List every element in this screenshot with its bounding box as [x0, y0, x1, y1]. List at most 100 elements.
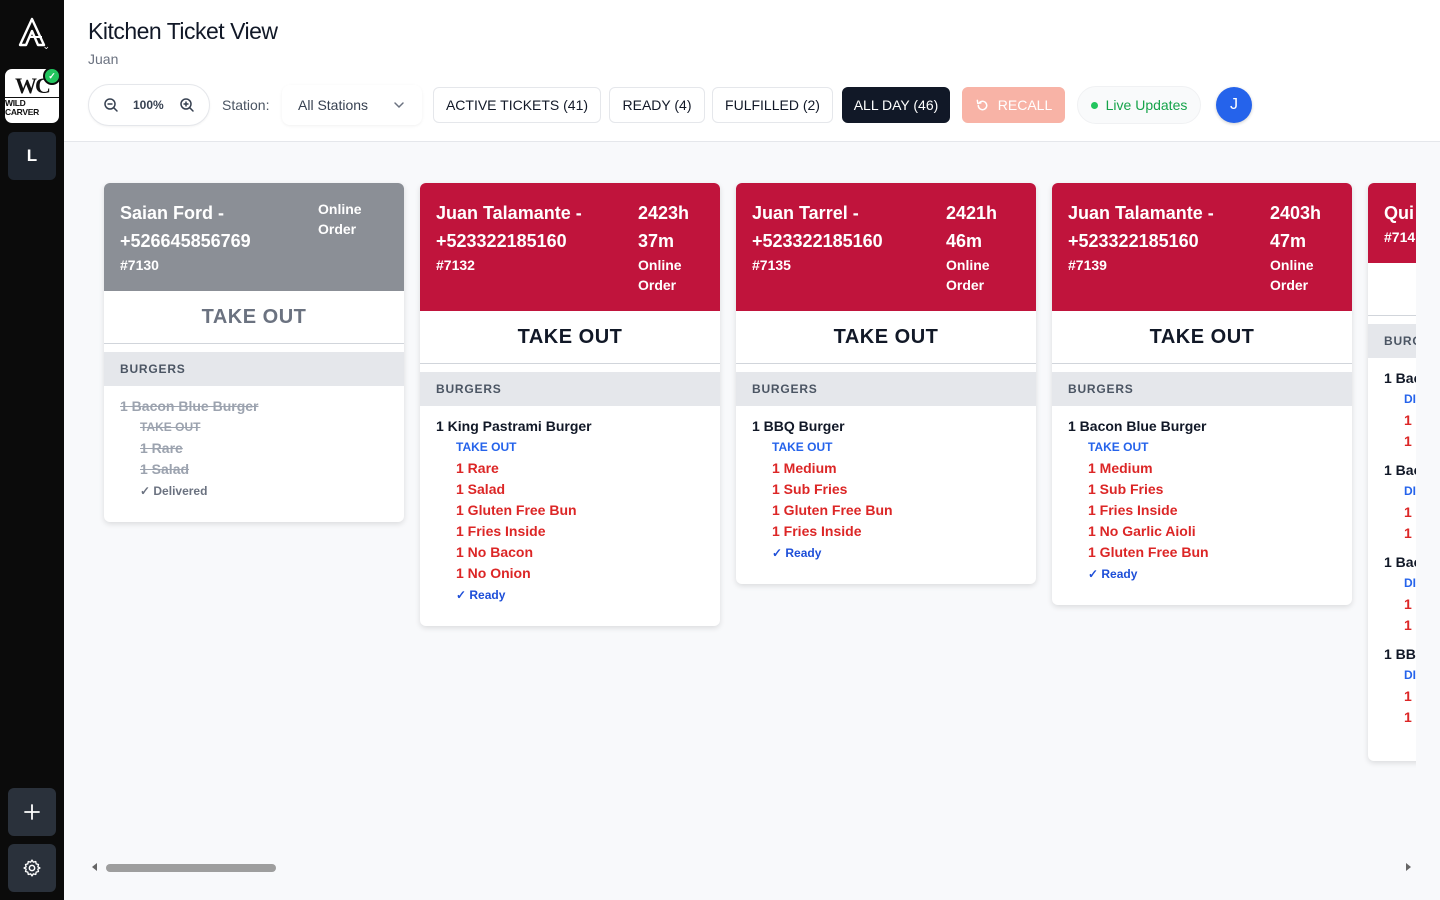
ticket-header: Juan Tarrel - +523322185160 #7135 2421h … [736, 183, 1036, 311]
ticket-header: Qui #714 [1368, 183, 1416, 263]
item-modifier: 1 [1404, 433, 1412, 449]
ticket-customer: Juan Talamante - +523322185160 [436, 203, 582, 251]
item-status: ✓ Ready [772, 546, 822, 560]
app-logo-menu[interactable]: ⌄ [12, 12, 52, 52]
ticket-items: 1 BBQ Burger TAKE OUT 1 Medium 1 Sub Fri… [736, 406, 1036, 584]
settings-button[interactable] [8, 844, 56, 892]
ticket-channel: Online Order [1270, 257, 1314, 293]
ticket-card[interactable]: Saian Ford - +526645856769 #7130 Online … [104, 183, 404, 522]
ticket-channel: Online Order [946, 257, 990, 293]
scrollbar-thumb[interactable] [106, 864, 276, 872]
item-modifier: 1 [1404, 709, 1412, 725]
item-modifier: 1 Sub Fries [1088, 481, 1164, 497]
line-item[interactable]: 1 BBQ Burger [752, 416, 1020, 437]
ticket-header: Juan Talamante - +523322185160 #7139 240… [1052, 183, 1352, 311]
ticket-customer: Qui [1384, 203, 1414, 223]
category-header: BURGERS [104, 352, 404, 386]
live-updates-label: Live Updates [1105, 97, 1188, 113]
ticket-card[interactable]: Qui #714 BURG 1 Bac DI 1 1 1 Bac DI 1 1 … [1368, 183, 1416, 761]
zoom-control: 100% [88, 84, 210, 126]
order-type: TAKE OUT [420, 311, 720, 364]
avatar[interactable]: J [1216, 87, 1252, 123]
line-item[interactable]: 1 Bac [1384, 368, 1416, 389]
ticket-number: #714 [1384, 229, 1416, 245]
item-modifier: 1 Salad [456, 481, 506, 497]
category-header: BURGERS [1052, 372, 1352, 406]
category-header: BURGERS [420, 372, 720, 406]
ticket-channel: Online Order [638, 257, 682, 293]
recall-button[interactable]: RECALL [962, 87, 1065, 123]
item-modifier: 1 Salad [140, 461, 190, 477]
station-select-value: All Stations [298, 97, 369, 113]
item-modifier: 1 [1404, 617, 1412, 633]
workspace-button[interactable]: L [8, 132, 56, 180]
ticket-card[interactable]: Juan Talamante - +523322185160 #7139 240… [1052, 183, 1352, 605]
zoom-level: 100% [133, 98, 164, 112]
item-status: ✓ Ready [1088, 567, 1138, 581]
item-modifier: TAKE OUT [456, 440, 517, 454]
item-modifier: 1 Fries Inside [456, 523, 546, 539]
page-title: Kitchen Ticket View [88, 18, 278, 44]
item-modifier: 1 Rare [140, 440, 183, 456]
scroll-left-icon[interactable] [92, 863, 97, 871]
zoom-in-button[interactable] [178, 96, 196, 114]
plus-icon [24, 804, 40, 820]
line-item[interactable]: 1 Bacon Blue Burger [120, 396, 388, 417]
ticket-card[interactable]: Juan Talamante - +523322185160 #7132 242… [420, 183, 720, 626]
ticket-items: 1 King Pastrami Burger TAKE OUT 1 Rare 1… [420, 406, 720, 626]
brand-logo[interactable]: WC WILD CARVER ✓ [5, 67, 61, 123]
item-modifier: 1 Gluten Free Bun [456, 502, 577, 518]
item-modifier: DI [1404, 484, 1416, 498]
item-modifier: 1 No Garlic Aioli [1088, 523, 1196, 539]
category-header: BURGERS [736, 372, 1036, 406]
live-updates-indicator: Live Updates [1077, 86, 1201, 124]
ticket-meta: 2423h 37m Online Order [638, 199, 708, 295]
ticket-items: 1 Bacon Blue Burger TAKE OUT 1 Medium 1 … [1052, 406, 1352, 605]
line-item[interactable]: 1 King Pastrami Burger [436, 416, 704, 437]
ticket-items: 1 Bacon Blue Burger TAKE OUT 1 Rare 1 Sa… [104, 386, 404, 522]
ticket-card[interactable]: Juan Tarrel - +523322185160 #7135 2421h … [736, 183, 1036, 584]
line-item[interactable]: 1 Bac [1384, 460, 1416, 481]
gear-icon [23, 859, 41, 877]
item-modifier: 1 Rare [456, 460, 499, 476]
undo-icon [976, 99, 988, 110]
station-select[interactable]: All Stations [282, 85, 422, 125]
chevron-down-icon [394, 102, 404, 109]
line-item[interactable]: 1 BB [1384, 644, 1416, 665]
item-modifier: TAKE OUT [140, 420, 201, 434]
line-item[interactable]: 1 Bac [1384, 552, 1416, 573]
ticket-customer: Juan Tarrel - +523322185160 [752, 203, 883, 251]
add-button[interactable] [8, 788, 56, 836]
zoom-out-button[interactable] [102, 96, 120, 114]
zoom-in-icon [180, 98, 194, 112]
horizontal-scrollbar[interactable] [64, 858, 1416, 878]
ticket-elapsed-time: 2403h 47m [1270, 203, 1322, 251]
line-item[interactable]: 1 Bacon Blue Burger [1068, 416, 1336, 437]
item-modifier: 1 No Bacon [456, 544, 534, 560]
active-tickets-filter[interactable]: ACTIVE TICKETS (41) [433, 87, 601, 123]
category-header: BURG [1368, 324, 1416, 358]
chevron-down-icon: ⌄ [42, 41, 50, 51]
ticket-items: 1 Bac DI 1 1 1 Bac DI 1 1 1 Bac DI 1 1 1… [1368, 358, 1416, 748]
item-modifier: 1 Sub Fries [772, 481, 848, 497]
all-day-filter[interactable]: ALL DAY (46) [842, 87, 950, 123]
item-modifier: TAKE OUT [772, 440, 833, 454]
ticket-customer: Juan Talamante - +523322185160 [1068, 203, 1214, 251]
order-type [1368, 263, 1416, 316]
ticket-meta: 2421h 46m Online Order [946, 199, 1026, 295]
item-modifier: 1 Medium [772, 460, 837, 476]
item-modifier: 1 Gluten Free Bun [1088, 544, 1209, 560]
item-modifier: 1 [1404, 504, 1412, 520]
item-modifier: 1 Fries Inside [772, 523, 862, 539]
ticket-board: Saian Ford - +526645856769 #7130 Online … [64, 143, 1416, 843]
item-modifier: DI [1404, 392, 1416, 406]
ready-filter[interactable]: READY (4) [609, 87, 705, 123]
scroll-right-icon[interactable] [1406, 863, 1411, 871]
zoom-out-icon [104, 98, 118, 112]
live-dot-icon [1090, 101, 1098, 109]
item-modifier: 1 No Onion [456, 565, 531, 581]
order-type: TAKE OUT [736, 311, 1036, 364]
fulfilled-filter[interactable]: FULFILLED (2) [712, 87, 833, 123]
ticket-elapsed-time: 2423h 37m [638, 203, 690, 251]
item-modifier: 1 [1404, 688, 1412, 704]
